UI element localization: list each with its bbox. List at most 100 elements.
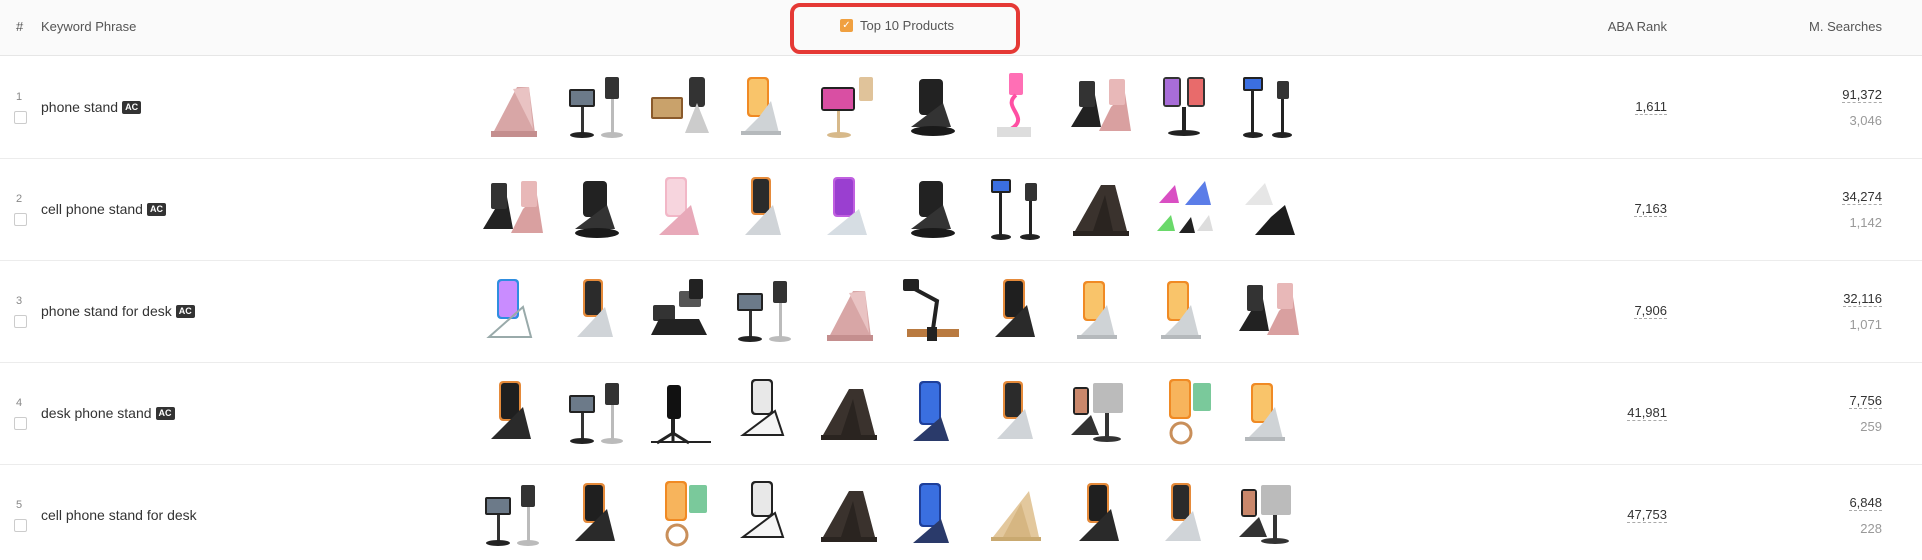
tablet-pole-stand-image xyxy=(485,485,539,546)
product-thumbnail[interactable] xyxy=(1149,475,1222,555)
product-thumbnail[interactable] xyxy=(561,271,634,351)
product-thumbnail[interactable] xyxy=(729,373,802,453)
product-thumbnail[interactable] xyxy=(645,271,718,351)
aba-rank-value[interactable]: 7,163 xyxy=(1634,201,1667,217)
monthly-searches-value[interactable]: 32,116 xyxy=(1843,291,1882,307)
black-phone-stand-image xyxy=(1079,483,1119,541)
product-thumbnail[interactable] xyxy=(813,373,886,453)
monthly-searches-value[interactable]: 6,848 xyxy=(1849,495,1882,511)
keyword-phrase[interactable]: phone stand for desk xyxy=(41,303,172,319)
top10-products-strip xyxy=(477,271,1306,351)
aba-rank-value[interactable]: 1,611 xyxy=(1635,99,1667,115)
product-thumbnail[interactable] xyxy=(813,475,886,555)
product-thumbnail[interactable] xyxy=(1233,271,1306,351)
product-thumbnail[interactable] xyxy=(561,169,634,249)
row-checkbox[interactable] xyxy=(14,315,27,328)
product-thumbnail[interactable] xyxy=(813,169,886,249)
product-thumbnail[interactable] xyxy=(729,67,802,147)
black-rose-stand-pair-image xyxy=(483,181,543,233)
monthly-searches-value[interactable]: 7,756 xyxy=(1849,393,1882,409)
row-number: 4 xyxy=(16,397,23,409)
product-thumbnail[interactable] xyxy=(1065,67,1138,147)
product-thumbnail[interactable] xyxy=(561,67,634,147)
silver-foldable-stand-image xyxy=(1161,281,1201,339)
aba-rank-value[interactable]: 47,753 xyxy=(1627,507,1667,523)
product-thumbnail[interactable] xyxy=(729,271,802,351)
product-thumbnail[interactable] xyxy=(1149,169,1222,249)
product-thumbnail[interactable] xyxy=(1233,373,1306,453)
product-thumbnail[interactable] xyxy=(981,67,1054,147)
keyword-phrase[interactable]: cell phone stand for desk xyxy=(41,507,197,523)
row-checkbox[interactable] xyxy=(14,213,27,226)
keyword-phrase[interactable]: desk phone stand xyxy=(41,405,152,421)
keyword-phrase[interactable]: phone stand xyxy=(41,99,118,115)
aba-rank-value[interactable]: 41,981 xyxy=(1627,405,1667,421)
row-checkbox[interactable] xyxy=(14,417,27,430)
keyword-cell: phone stand for desk AC xyxy=(41,303,195,319)
product-thumbnail[interactable] xyxy=(981,169,1054,249)
aba-rank-value[interactable]: 7,906 xyxy=(1634,303,1667,319)
product-thumbnail[interactable] xyxy=(897,67,970,147)
product-thumbnail[interactable] xyxy=(645,373,718,453)
product-thumbnail[interactable] xyxy=(645,475,718,555)
white-black-stands-image xyxy=(1245,183,1295,235)
product-thumbnail[interactable] xyxy=(477,475,550,555)
product-thumbnail[interactable] xyxy=(477,169,550,249)
black-rose-stand-pair-image xyxy=(1071,79,1131,131)
product-thumbnail[interactable] xyxy=(1149,271,1222,351)
table-row[interactable]: 3 phone stand for desk AC 7,906 32,116 1,071 xyxy=(0,261,1922,363)
product-thumbnail[interactable] xyxy=(645,169,718,249)
black-foldable-stand-image xyxy=(911,79,955,136)
table-row[interactable]: 2 cell phone stand AC 7,163 34,274 1,142 xyxy=(0,159,1922,261)
product-thumbnail[interactable] xyxy=(1065,373,1138,453)
product-thumbnail[interactable] xyxy=(897,169,970,249)
secondary-searches-value: 228 xyxy=(1860,521,1882,536)
top10-products-strip xyxy=(477,373,1306,453)
header-aba-rank[interactable]: ABA Rank xyxy=(1608,19,1667,34)
keyword-phrase[interactable]: cell phone stand xyxy=(41,201,143,217)
product-thumbnail[interactable] xyxy=(729,475,802,555)
product-thumbnail[interactable] xyxy=(981,271,1054,351)
black-foldable-stand-image xyxy=(911,181,955,238)
checkbox-checked-icon[interactable]: ✓ xyxy=(840,19,853,32)
product-thumbnail[interactable] xyxy=(981,373,1054,453)
tablet-pole-stand-image xyxy=(737,281,791,342)
dark-brown-stand-image xyxy=(821,389,877,440)
row-checkbox[interactable] xyxy=(14,111,27,124)
table-row[interactable]: 5 cell phone stand for desk 47,753 6,848 228 xyxy=(0,465,1922,560)
product-thumbnail[interactable] xyxy=(813,271,886,351)
product-thumbnail[interactable] xyxy=(561,373,634,453)
pink-phone-stand-image xyxy=(659,177,699,235)
product-thumbnail[interactable] xyxy=(1065,169,1138,249)
product-thumbnail[interactable] xyxy=(1233,67,1306,147)
row-checkbox[interactable] xyxy=(14,519,27,532)
secondary-searches-value: 259 xyxy=(1860,419,1882,434)
product-thumbnail[interactable] xyxy=(981,475,1054,555)
dual-phone-stand-image xyxy=(1163,77,1205,136)
product-thumbnail[interactable] xyxy=(477,67,550,147)
product-thumbnail[interactable] xyxy=(1065,475,1138,555)
product-thumbnail[interactable] xyxy=(729,169,802,249)
product-thumbnail[interactable] xyxy=(1233,169,1306,249)
black-multi-stand-image xyxy=(651,279,707,335)
product-thumbnail[interactable] xyxy=(645,67,718,147)
header-monthly-searches[interactable]: M. Searches xyxy=(1809,19,1882,34)
monthly-searches-value[interactable]: 91,372 xyxy=(1842,87,1882,103)
product-thumbnail[interactable] xyxy=(897,475,970,555)
product-thumbnail[interactable] xyxy=(561,475,634,555)
table-row[interactable]: 1 phone stand AC 1,611 91,372 3,046 xyxy=(0,57,1922,159)
product-thumbnail[interactable] xyxy=(813,67,886,147)
product-thumbnail[interactable] xyxy=(897,271,970,351)
monthly-searches-value[interactable]: 34,274 xyxy=(1842,189,1882,205)
product-thumbnail[interactable] xyxy=(477,271,550,351)
product-thumbnail[interactable] xyxy=(1233,475,1306,555)
product-thumbnail[interactable] xyxy=(1149,373,1222,453)
product-thumbnail[interactable] xyxy=(477,373,550,453)
ac-badge: AC xyxy=(146,202,166,216)
top10-products-toggle[interactable]: ✓ Top 10 Products xyxy=(840,18,954,33)
table-row[interactable]: 4 desk phone stand AC 41,981 7,756 259 xyxy=(0,363,1922,465)
product-thumbnail[interactable] xyxy=(1065,271,1138,351)
product-thumbnail[interactable] xyxy=(1149,67,1222,147)
product-thumbnail[interactable] xyxy=(897,373,970,453)
header-keyword-phrase[interactable]: Keyword Phrase xyxy=(41,19,136,34)
